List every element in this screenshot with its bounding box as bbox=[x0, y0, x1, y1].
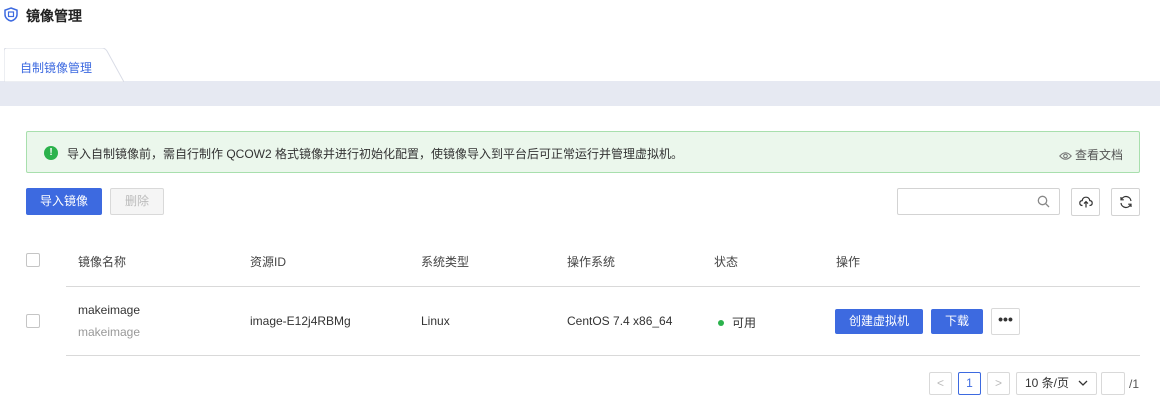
view-docs-label: 查看文档 bbox=[1074, 148, 1123, 162]
page-title: 镜像管理 bbox=[26, 8, 82, 24]
chevron-down-icon bbox=[1078, 380, 1088, 386]
prev-page-button[interactable]: < bbox=[929, 372, 952, 395]
shield-icon bbox=[4, 7, 18, 22]
tab-bar: 自制镜像管理 bbox=[0, 48, 1160, 106]
refresh-icon bbox=[1120, 195, 1132, 209]
col-header-actions: 操作 bbox=[836, 255, 861, 269]
status-dot-icon bbox=[718, 320, 724, 326]
more-actions-button[interactable]: ••• bbox=[991, 308, 1020, 335]
total-pages: /1 bbox=[1129, 377, 1140, 391]
upload-button[interactable] bbox=[1071, 188, 1100, 216]
search-input[interactable] bbox=[904, 193, 1029, 211]
page-size-select[interactable]: 10 条/页 bbox=[1016, 372, 1097, 395]
col-header-status: 状态 bbox=[714, 255, 739, 269]
operating-system: CentOS 7.4 x86_64 bbox=[567, 314, 673, 328]
system-type: Linux bbox=[421, 314, 450, 328]
row-checkbox[interactable] bbox=[26, 314, 40, 328]
create-vm-button[interactable]: 创建虚拟机 bbox=[835, 309, 923, 334]
col-header-os: 操作系统 bbox=[567, 255, 616, 269]
download-button[interactable]: 下载 bbox=[931, 309, 983, 334]
image-description: makeimage bbox=[78, 325, 141, 339]
import-image-button[interactable]: 导入镜像 bbox=[26, 188, 102, 215]
eye-icon bbox=[1059, 152, 1072, 160]
tab-custom-image[interactable]: 自制镜像管理 bbox=[4, 48, 124, 82]
status-label: 可用 bbox=[732, 316, 757, 330]
page-header: 镜像管理 bbox=[0, 0, 1160, 30]
search-box bbox=[897, 188, 1060, 215]
refresh-button[interactable] bbox=[1111, 188, 1140, 216]
row-divider bbox=[66, 355, 1140, 356]
header-divider bbox=[66, 286, 1140, 287]
info-alert: ! 导入自制镜像前，需自行制作 QCOW2 格式镜像并进行初始化配置，使镜像导入… bbox=[26, 131, 1140, 173]
cloud-upload-icon bbox=[1079, 196, 1093, 208]
tab-strip bbox=[0, 81, 1160, 106]
status-badge: 可用 bbox=[718, 314, 756, 331]
delete-button[interactable]: 删除 bbox=[110, 188, 164, 215]
select-all-checkbox[interactable] bbox=[26, 253, 40, 267]
col-header-name: 镜像名称 bbox=[78, 255, 127, 269]
col-header-resource-id: 资源ID bbox=[250, 255, 287, 269]
search-icon[interactable] bbox=[1037, 195, 1050, 208]
alert-text: 导入自制镜像前，需自行制作 QCOW2 格式镜像并进行初始化配置，使镜像导入到平… bbox=[67, 147, 684, 161]
view-docs-link[interactable]: 查看文档 bbox=[1059, 146, 1123, 163]
image-name: makeimage bbox=[78, 303, 141, 317]
col-header-system-type: 系统类型 bbox=[421, 255, 470, 269]
page-jump-input[interactable] bbox=[1101, 372, 1125, 395]
page-size-label: 10 条/页 bbox=[1025, 376, 1070, 390]
info-circle-icon: ! bbox=[44, 146, 58, 160]
resource-id: image-E12j4RBMg bbox=[250, 314, 351, 328]
page-1-button[interactable]: 1 bbox=[958, 372, 981, 395]
tab-label: 自制镜像管理 bbox=[20, 61, 93, 75]
next-page-button[interactable]: > bbox=[987, 372, 1010, 395]
